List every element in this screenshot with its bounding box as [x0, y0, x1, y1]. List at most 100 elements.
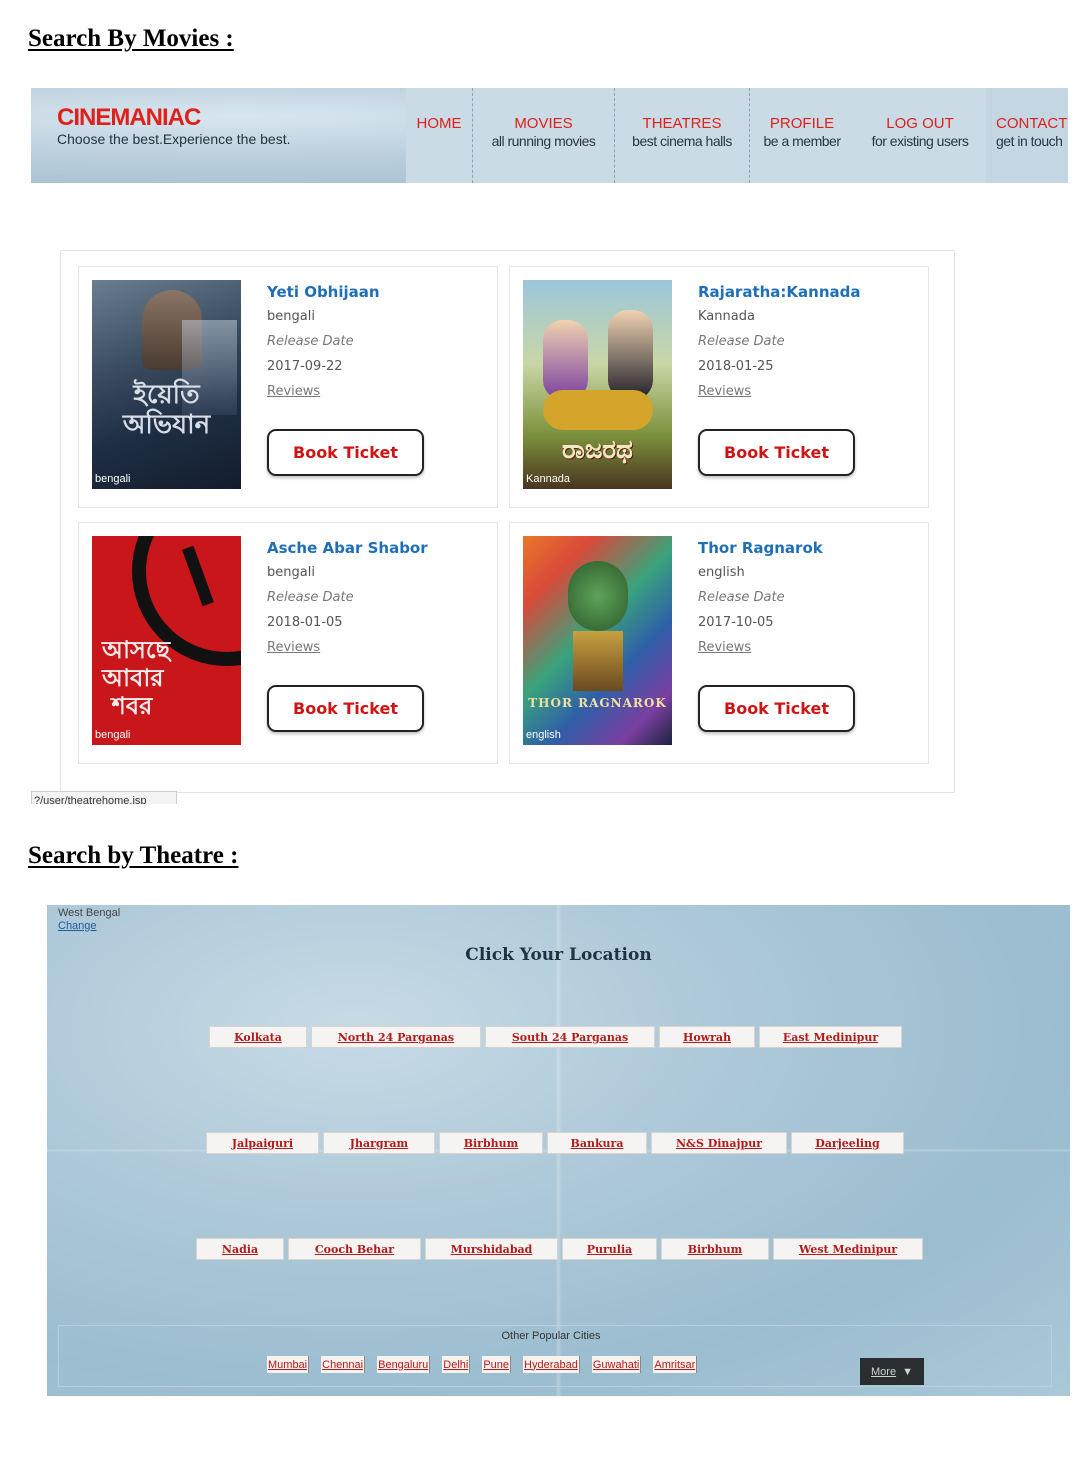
movie-card: THOR RAGNAROK english Thor Ragnarok engl… — [509, 522, 929, 764]
location-button[interactable]: Cooch Behar — [288, 1238, 421, 1260]
nav-movies-sub: all running movies — [491, 133, 596, 149]
movie-title[interactable]: Thor Ragnarok — [698, 539, 823, 557]
location-button[interactable]: South 24 Parganas — [485, 1026, 655, 1048]
poster-title: ইয়েতি অভিযান — [122, 380, 211, 440]
movie-language: bengali — [267, 309, 315, 324]
movie-poster[interactable]: আসছে আবার শবর bengali — [92, 536, 241, 745]
location-row: Nadia Cooch Behar Murshidabad Purulia Bi… — [196, 1238, 923, 1260]
poster-figure — [608, 310, 653, 400]
location-button[interactable]: North 24 Parganas — [311, 1026, 481, 1048]
movie-card: ರಾಜರಥ Kannada Rajaratha:Kannada Kannada … — [509, 266, 929, 508]
poster-figure — [573, 631, 623, 691]
release-date-label: Release Date — [267, 590, 354, 605]
reviews-link[interactable]: Reviews — [698, 384, 751, 399]
release-date: 2017-09-22 — [267, 359, 343, 374]
site-tagline: Choose the best.Experience the best. — [57, 131, 291, 147]
city-button[interactable]: Delhi — [442, 1356, 471, 1373]
location-button[interactable]: Purulia — [562, 1238, 657, 1260]
movie-title[interactable]: Asche Abar Shabor — [267, 539, 428, 557]
poster-figure — [543, 320, 588, 400]
logo-area: CINEMANIAC Choose the best.Experience th… — [31, 88, 406, 183]
movie-language: english — [698, 565, 745, 580]
location-row: Kolkata North 24 Parganas South 24 Parga… — [209, 1026, 902, 1048]
current-state: West Bengal — [58, 907, 121, 919]
nav-home[interactable]: HOME — [406, 88, 472, 183]
movie-poster[interactable]: ইয়েতি অভিযান bengali — [92, 280, 241, 489]
site-logo[interactable]: CINEMANIAC — [57, 104, 201, 132]
location-button[interactable]: N&S Dinajpur — [651, 1132, 787, 1154]
location-button[interactable]: Birbhum — [661, 1238, 769, 1260]
nav-profile-sub: be a member — [763, 133, 841, 149]
more-cities-button[interactable]: More ▼ — [860, 1358, 924, 1385]
movie-title[interactable]: Yeti Obhijaan — [267, 283, 380, 301]
nav-theatres-sub: best cinema halls — [632, 133, 732, 149]
other-cities-row: Mumbai Chennai Bengaluru Delhi Pune Hyde… — [267, 1356, 698, 1373]
location-title: Click Your Location — [465, 945, 652, 965]
poster-language-label: bengali — [95, 729, 131, 741]
city-button[interactable]: Chennai — [321, 1356, 366, 1373]
movie-card: আসছে আবার শবর bengali Asche Abar Shabor … — [78, 522, 498, 764]
other-cities-title: Other Popular Cities — [501, 1330, 601, 1342]
city-button[interactable]: Bengaluru — [377, 1356, 431, 1373]
nav-logout[interactable]: LOG OUT for existing users — [854, 88, 986, 183]
book-ticket-button[interactable]: Book Ticket — [698, 685, 855, 732]
location-button[interactable]: Bankura — [547, 1132, 647, 1154]
city-button[interactable]: Amritsar — [653, 1356, 698, 1373]
poster-title: THOR RAGNAROK — [528, 696, 667, 710]
nav-profile-label: PROFILE — [769, 115, 835, 132]
location-button[interactable]: Howrah — [659, 1026, 755, 1048]
more-cities-label: More — [871, 1365, 897, 1378]
location-button[interactable]: Jhargram — [323, 1132, 435, 1154]
city-button[interactable]: Guwahati — [591, 1356, 642, 1373]
nav-profile[interactable]: PROFILE be a member — [749, 88, 854, 183]
poster-scooter — [543, 390, 653, 430]
nav-theatres[interactable]: THEATRES best cinema halls — [614, 88, 749, 183]
city-button[interactable]: Hyderabad — [523, 1356, 580, 1373]
movie-poster[interactable]: ರಾಜರಥ Kannada — [523, 280, 672, 489]
theatre-location-panel: West Bengal Change Click Your Location K… — [47, 905, 1070, 1396]
release-date: 2018-01-25 — [698, 359, 774, 374]
release-date-label: Release Date — [698, 334, 785, 349]
book-ticket-button[interactable]: Book Ticket — [267, 685, 424, 732]
poster-title: ರಾಜರಥ — [562, 435, 633, 465]
release-date: 2017-10-05 — [698, 615, 774, 630]
poster-title: আসছে আবার শবর — [102, 635, 171, 720]
location-button[interactable]: Murshidabad — [425, 1238, 558, 1260]
city-button[interactable]: Mumbai — [267, 1356, 310, 1373]
main-nav: HOME MOVIES all running movies THEATRES … — [406, 88, 1068, 183]
location-button[interactable]: Darjeeling — [791, 1132, 904, 1154]
nav-movies-label: MOVIES — [514, 115, 573, 132]
movie-poster[interactable]: THOR RAGNAROK english — [523, 536, 672, 745]
nav-logout-label: LOG OUT — [886, 115, 954, 132]
city-button[interactable]: Pune — [482, 1356, 512, 1373]
book-ticket-button[interactable]: Book Ticket — [698, 429, 855, 476]
poster-language-label: Kannada — [526, 473, 571, 485]
movie-language: Kannada — [698, 309, 755, 324]
reviews-link[interactable]: Reviews — [267, 640, 320, 655]
change-state-link[interactable]: Change — [58, 920, 97, 932]
location-button[interactable]: Kolkata — [209, 1026, 307, 1048]
movie-title[interactable]: Rajaratha:Kannada — [698, 283, 861, 301]
nav-logout-sub: for existing users — [871, 133, 969, 149]
nav-contact[interactable]: CONTACT get in touch — [986, 88, 1068, 183]
nav-contact-sub: get in touch — [996, 133, 1063, 149]
location-button[interactable]: Nadia — [196, 1238, 284, 1260]
reviews-link[interactable]: Reviews — [698, 640, 751, 655]
release-date-label: Release Date — [267, 334, 354, 349]
search-by-movies-heading: Search By Movies : — [28, 25, 234, 52]
status-bar-url: ?/user/theatrehome.jsp — [31, 791, 177, 804]
location-button[interactable]: West Medinipur — [773, 1238, 923, 1260]
movie-language: bengali — [267, 565, 315, 580]
location-button[interactable]: Jalpaiguri — [206, 1132, 319, 1154]
nav-contact-label: CONTACT — [996, 115, 1068, 132]
reviews-link[interactable]: Reviews — [267, 384, 320, 399]
book-ticket-button[interactable]: Book Ticket — [267, 429, 424, 476]
location-button[interactable]: East Medinipur — [759, 1026, 902, 1048]
nav-home-label: HOME — [416, 115, 462, 132]
location-button[interactable]: Birbhum — [439, 1132, 543, 1154]
caret-down-icon: ▼ — [902, 1365, 913, 1378]
movies-panel: ইয়েতি অভিযান bengali Yeti Obhijaan beng… — [60, 250, 955, 793]
release-date-label: Release Date — [698, 590, 785, 605]
nav-movies[interactable]: MOVIES all running movies — [472, 88, 614, 183]
poster-language-label: english — [526, 729, 561, 741]
